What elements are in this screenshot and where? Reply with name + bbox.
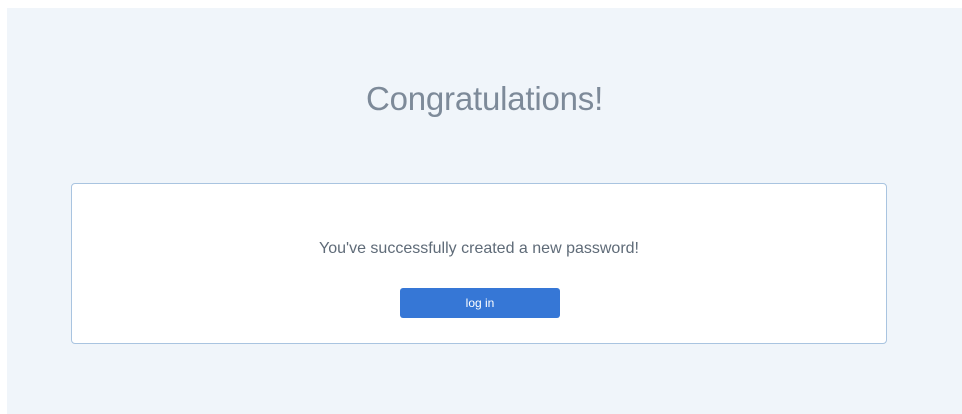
page-title: Congratulations!: [365, 80, 604, 117]
success-card: You've successfully created a new passwo…: [71, 183, 887, 344]
success-message: You've successfully created a new passwo…: [319, 240, 639, 257]
login-button[interactable]: log in: [400, 288, 560, 318]
page-background: Congratulations! You've successfully cre…: [7, 8, 962, 414]
